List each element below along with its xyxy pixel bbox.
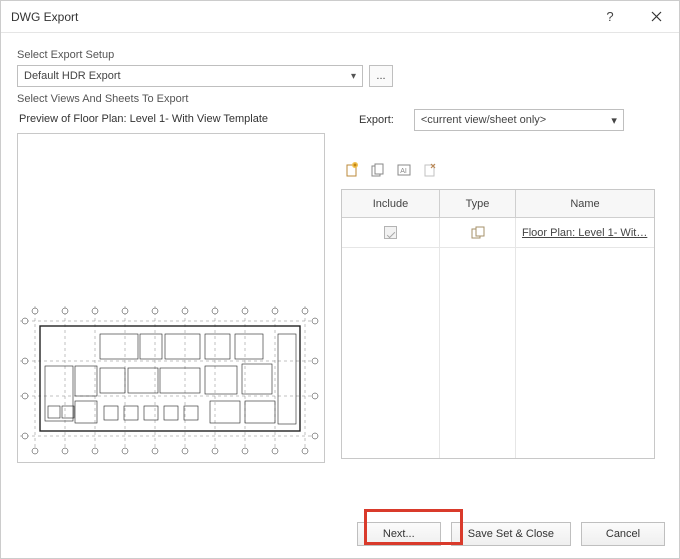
- chevron-down-icon: ▾: [351, 71, 356, 82]
- close-icon: [651, 11, 662, 22]
- include-checkbox[interactable]: [384, 226, 397, 239]
- export-scope-label: Export:: [359, 114, 394, 126]
- include-cell[interactable]: [342, 218, 440, 248]
- cancel-button[interactable]: Cancel: [581, 522, 665, 546]
- views-group-label: Select Views And Sheets To Export: [17, 93, 667, 105]
- export-setup-edit-button[interactable]: ...: [369, 65, 393, 87]
- floorplan-type-icon: [470, 226, 486, 240]
- dialog-footer: Next... Save Set & Close Cancel: [357, 522, 665, 546]
- col-header-name[interactable]: Name: [516, 190, 654, 218]
- preview-label: Preview of Floor Plan: Level 1- With Vie…: [19, 113, 333, 125]
- titlebar-controls: ?: [587, 1, 679, 32]
- col-header-include[interactable]: Include: [342, 190, 440, 218]
- export-setup-value: Default HDR Export: [24, 70, 121, 82]
- export-setup-label: Select Export Setup: [17, 49, 667, 61]
- rename-set-icon[interactable]: AI: [395, 161, 413, 179]
- views-grid: Include Type Name Floor Plan: Level 1- W…: [341, 189, 655, 459]
- export-scope-value: <current view/sheet only>: [421, 114, 546, 126]
- chevron-down-icon: ▾: [611, 114, 617, 127]
- window-title: DWG Export: [11, 10, 78, 24]
- grid-toolbar: AI: [341, 159, 663, 181]
- grid-empty-area: [342, 248, 654, 458]
- ellipsis-icon: ...: [376, 70, 385, 82]
- floorplan-preview: [20, 306, 320, 456]
- col-header-type[interactable]: Type: [440, 190, 516, 218]
- delete-set-icon[interactable]: [421, 161, 439, 179]
- svg-text:AI: AI: [400, 168, 407, 175]
- save-set-close-button[interactable]: Save Set & Close: [451, 522, 571, 546]
- table-row[interactable]: Floor Plan: Level 1- Wit…: [342, 218, 654, 248]
- export-scope-select[interactable]: <current view/sheet only> ▾: [414, 109, 624, 131]
- help-button[interactable]: ?: [587, 1, 633, 32]
- name-cell[interactable]: Floor Plan: Level 1- Wit…: [516, 218, 654, 248]
- preview-box: [17, 133, 325, 463]
- export-setup-select[interactable]: Default HDR Export ▾: [17, 65, 363, 87]
- close-button[interactable]: [633, 1, 679, 32]
- new-set-icon[interactable]: [343, 161, 361, 179]
- duplicate-set-icon[interactable]: [369, 161, 387, 179]
- titlebar: DWG Export ?: [1, 1, 679, 33]
- next-button[interactable]: Next...: [357, 522, 441, 546]
- type-cell: [440, 218, 516, 248]
